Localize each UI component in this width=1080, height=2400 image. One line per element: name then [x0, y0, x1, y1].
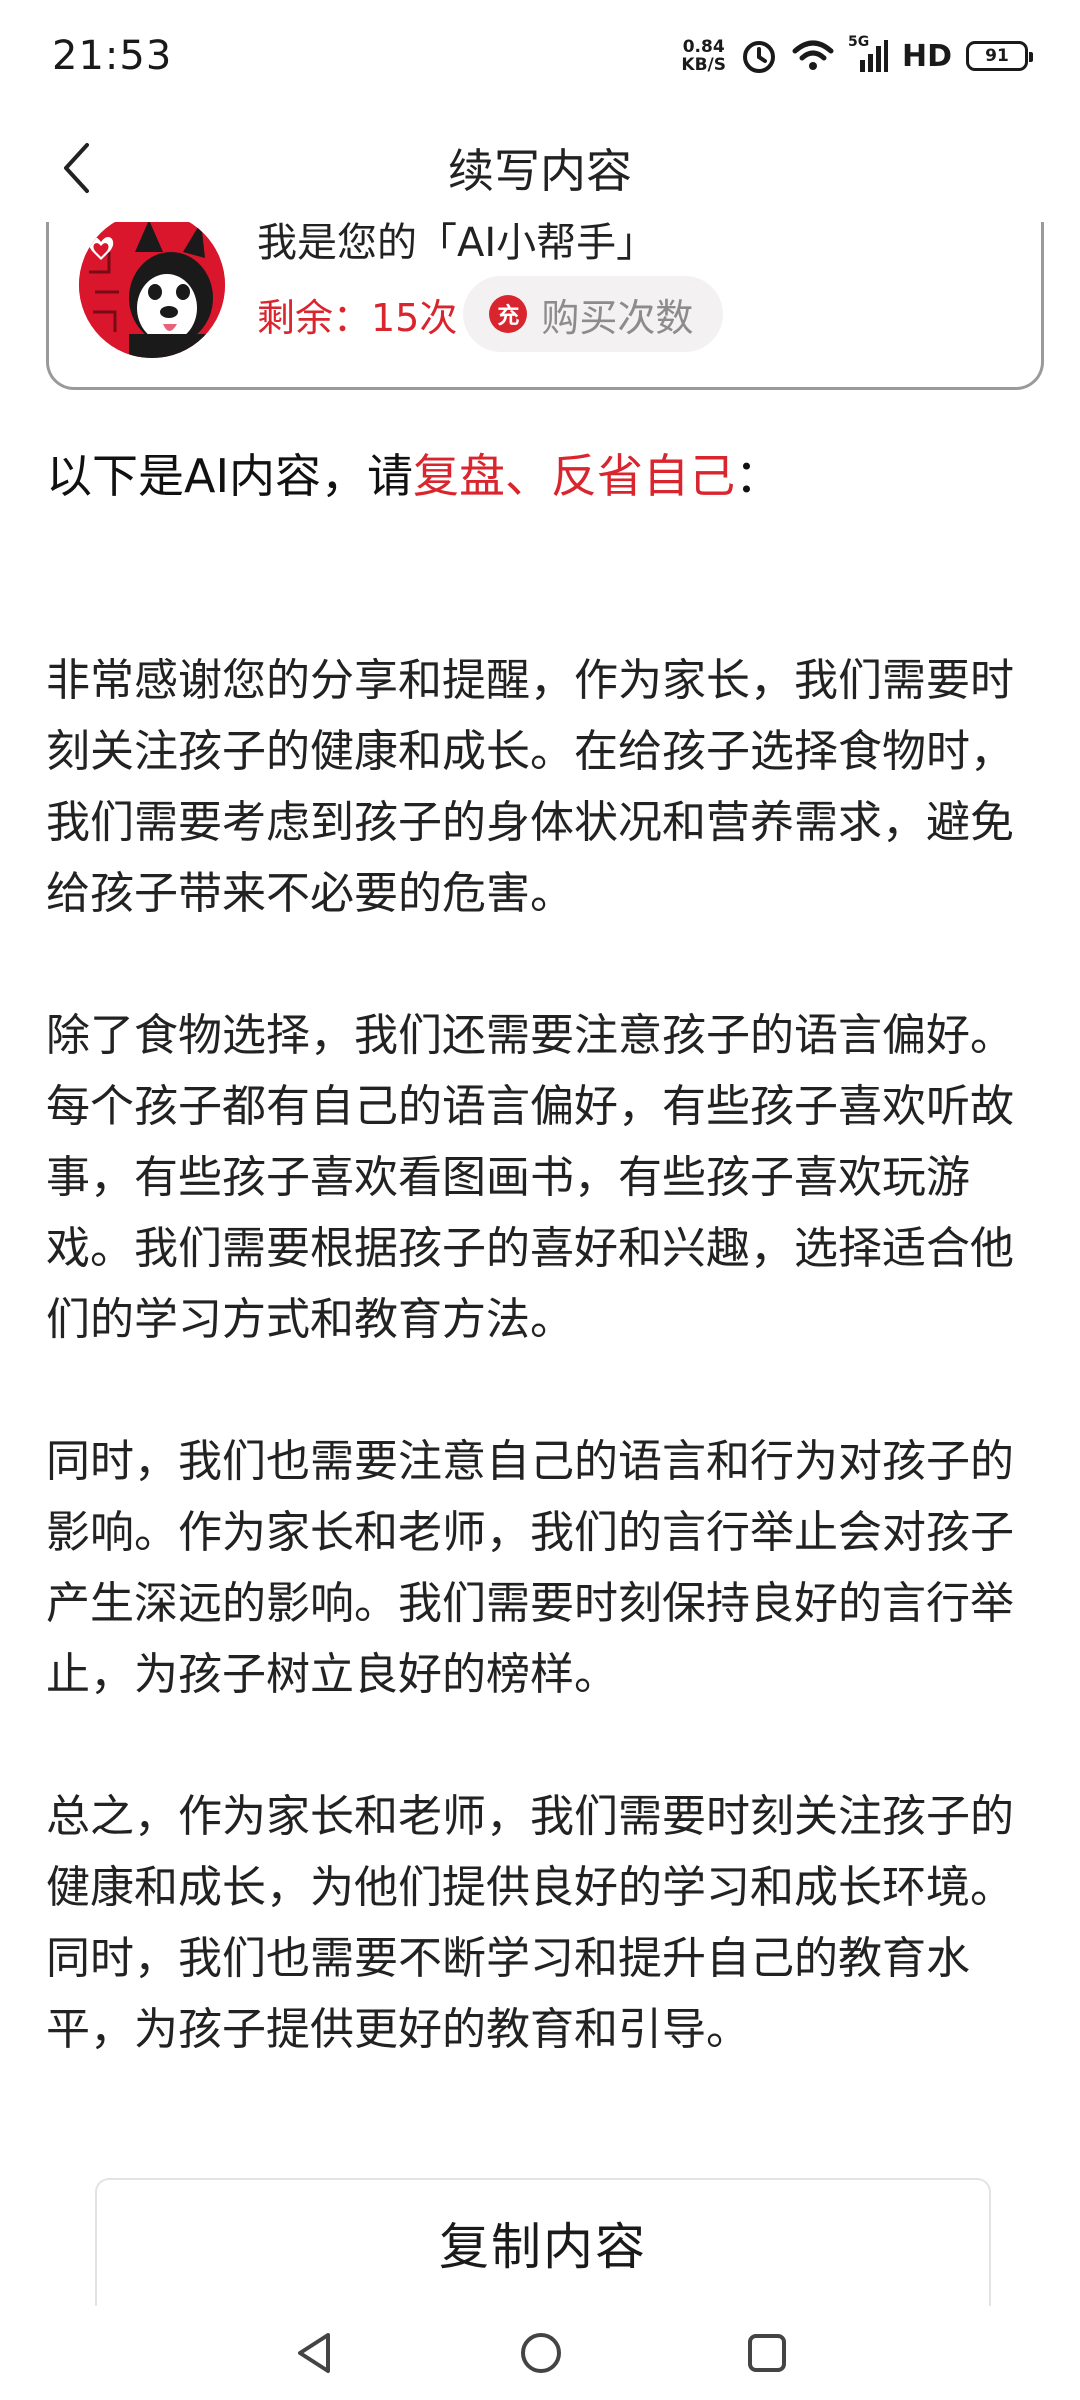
intro-highlight: 复盘、反省自己 [413, 449, 736, 503]
network-speed: 0.84 KB/S [681, 37, 726, 75]
status-bar: 21:53 0.84 KB/S 5G HD 91 [0, 0, 1080, 112]
remaining-count: 剩余：15次 [257, 295, 458, 340]
status-time: 21:53 [52, 33, 173, 79]
remaining-row: 剩余：15次 充 购买次数 [257, 276, 724, 352]
intro-suffix: ： [735, 449, 782, 503]
content-paragraph: 总之，作为家长和老师，我们需要时刻关注孩子的健康和成长，为他们提供良好的学习和成… [46, 1791, 1014, 2055]
ai-content: 非常感谢您的分享和提醒，作为家长，我们需要时刻关注孩子的健康和成长。在给孩子选择… [46, 645, 1036, 2136]
page-title: 续写内容 [448, 144, 632, 198]
dog-mascot-icon [79, 222, 225, 358]
helper-title: 我是您的「AI小帮手」 [257, 222, 657, 266]
wifi-icon [792, 40, 834, 70]
copy-content-button[interactable]: 复制内容 [95, 2178, 991, 2306]
cellular-signal: 5G [848, 34, 888, 72]
copy-content-label: 复制内容 [439, 2218, 647, 2276]
buy-times-button[interactable]: 充 购买次数 [463, 276, 724, 352]
avatar [79, 222, 225, 358]
ai-helper-card: 我是您的「AI小帮手」 剩余：15次 充 购买次数 [46, 222, 1044, 390]
chevron-left-icon [64, 143, 89, 193]
nav-back-icon[interactable] [292, 2330, 336, 2376]
nav-home-icon[interactable] [519, 2331, 563, 2375]
recharge-icon: 充 [489, 295, 528, 333]
hd-label: HD [901, 38, 952, 74]
battery-icon: 91 [966, 41, 1033, 71]
content-paragraph: 同时，我们也需要注意自己的语言和行为对孩子的影响。作为家长和老师，我们的言行举止… [46, 1436, 1014, 1700]
intro-prefix: 以下是AI内容，请 [46, 449, 414, 503]
system-nav-bar [0, 2306, 1080, 2400]
back-button[interactable] [48, 140, 104, 196]
status-icons: 0.84 KB/S 5G HD 91 [681, 34, 1033, 75]
intro-line: 以下是AI内容，请复盘、反省自己： [46, 440, 781, 506]
buy-times-label: 购买次数 [541, 295, 694, 340]
nav-recents-icon[interactable] [746, 2332, 788, 2374]
alarm-icon [742, 41, 775, 73]
content-paragraph: 除了食物选择，我们还需要注意孩子的语言偏好。每个孩子都有自己的语言偏好，有些孩子… [46, 1010, 1014, 1345]
content-paragraph: 非常感谢您的分享和提醒，作为家长，我们需要时刻关注孩子的健康和成长。在给孩子选择… [46, 655, 1014, 919]
header: 续写内容 [0, 112, 1080, 224]
